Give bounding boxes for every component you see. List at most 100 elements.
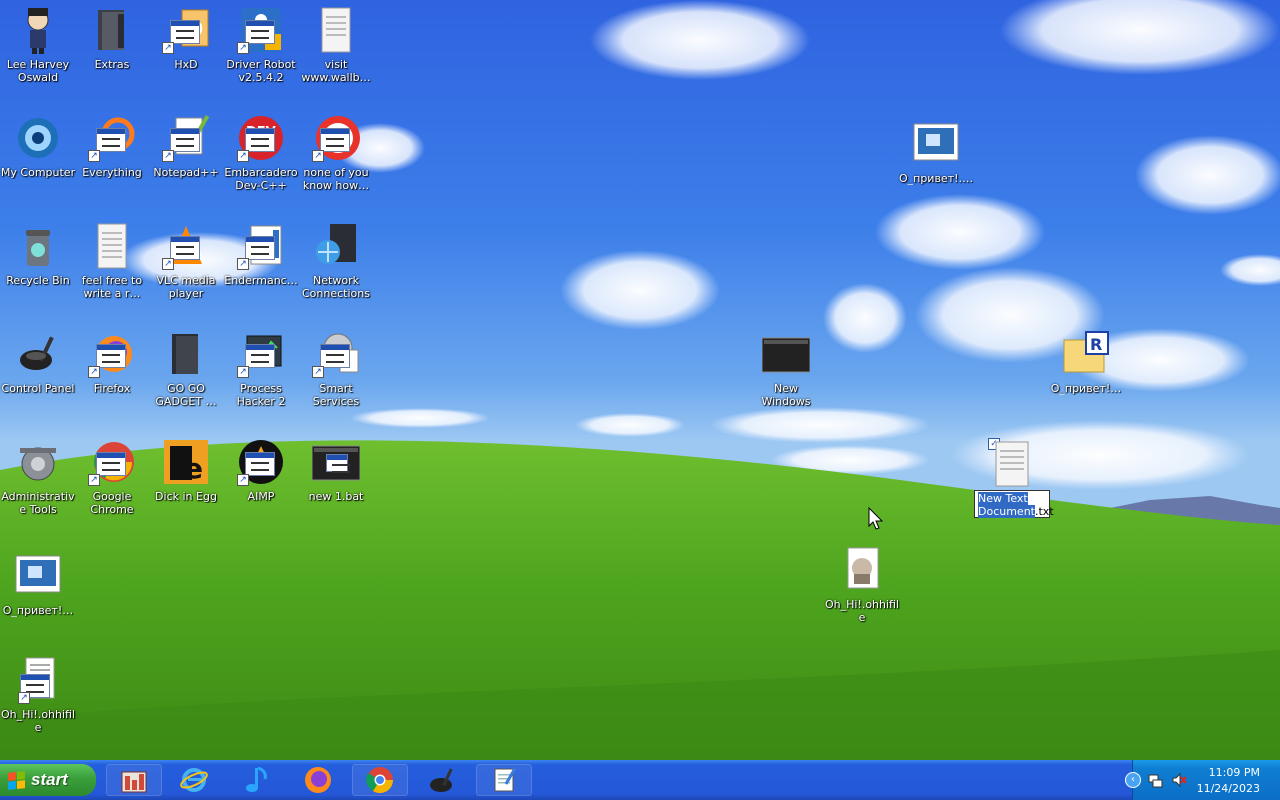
file-icon: ↗ — [14, 656, 62, 704]
desktop-icon-label: Oh_Hi!.ohhifile — [824, 598, 900, 624]
desktop-icon-smart-services[interactable]: ↗ Smart Services — [298, 330, 374, 408]
desktop-icon-oh-hi-2[interactable]: Oh_Hi!.ohhifile — [824, 546, 900, 624]
desktop-icon-network-connections[interactable]: Network Connections — [298, 222, 374, 300]
desktop-icon-notepad-plus[interactable]: ↗ Notepad++ — [148, 114, 224, 179]
taskbar-button-notepad[interactable] — [476, 764, 532, 796]
desktop-icon-label: HxD — [174, 58, 198, 71]
taskbar-button-music[interactable] — [228, 764, 284, 796]
desktop-icon-extras[interactable]: Extras — [74, 6, 150, 71]
desktop-icon-label: Oh_Hi!.ohhifile — [0, 708, 76, 734]
mouse-cursor-icon — [868, 507, 884, 530]
taskbar-button-control-panel[interactable] — [414, 764, 470, 796]
taskbar-button-chrome[interactable] — [352, 764, 408, 796]
desktop-icon-driver-robot[interactable]: ↗ Driver Robot v2.5.4.2 — [223, 6, 299, 84]
volume-muted-icon[interactable] — [1171, 772, 1187, 788]
network-icon — [312, 222, 360, 270]
desktop-icon-process-hacker[interactable]: ↗ Process Hacker 2 — [223, 330, 299, 408]
firefox-icon — [305, 767, 331, 793]
desktop-icon-hxd[interactable]: D ↗ HxD — [148, 6, 224, 71]
text-file-icon — [994, 440, 1034, 492]
desktop-icon-everything[interactable]: ↗ Everything — [74, 114, 150, 179]
notepad-icon — [494, 767, 517, 792]
desktop-icon-new-1-bat[interactable]: new 1.bat — [298, 438, 374, 503]
taskbar-button-firefox[interactable] — [290, 764, 346, 796]
desktop-icon-dick-in-egg[interactable]: e Dick in Egg — [148, 438, 224, 503]
screensaver-file-icon — [912, 120, 960, 168]
desktop-icon-label: О_привет!…. — [898, 172, 974, 185]
opera-icon: ↗ — [312, 114, 360, 162]
desktop-icon-recycle-bin[interactable]: Recycle Bin — [0, 222, 76, 287]
driver-robot-icon: ↗ — [237, 6, 285, 54]
desktop-icon-label: new 1.bat — [308, 490, 364, 503]
clock-date[interactable]: 11/24/2023 — [1197, 782, 1260, 795]
desktop-icon-new-windows-command[interactable]: New Windows Command … — [748, 330, 824, 408]
desktop-icon-label: Notepad++ — [153, 166, 219, 179]
screensaver-file-icon — [14, 552, 62, 600]
show-hidden-icons-chevron-icon[interactable]: ‹ — [1125, 772, 1141, 788]
image-file-icon — [838, 546, 886, 594]
process-hacker-icon: ↗ — [237, 330, 285, 378]
internet-explorer-icon — [180, 768, 208, 792]
desktop[interactable]: Lee Harvey Oswald My Computer Recycle Bi… — [0, 0, 1280, 760]
folder-book-icon — [88, 6, 136, 54]
desktop-icon-administrative-tools[interactable]: Administrative Tools — [0, 438, 76, 516]
desktop-icon-oh-hi-1[interactable]: ↗ Oh_Hi!.ohhifile — [0, 656, 76, 734]
desktop-icon-my-computer[interactable]: My Computer — [0, 114, 76, 179]
text-file-icon — [88, 222, 136, 270]
network-tray-icon[interactable] — [1147, 772, 1163, 788]
desktop-icon-lee-harvey-oswald[interactable]: Lee Harvey Oswald — [0, 6, 76, 84]
rename-selection: New Text Document — [978, 492, 1035, 518]
desktop-icon-label: GO GO GADGET … — [155, 382, 217, 408]
desktop-icon-label: visit www.wallb… — [301, 58, 371, 84]
desktop-icon-label: Endermanc… — [224, 274, 298, 287]
desktop-icon-label: VLC media player — [156, 274, 216, 300]
desktop-icon-go-go-gadget[interactable]: GO GO GADGET … — [148, 330, 224, 408]
desktop-icon-label: Lee Harvey Oswald — [6, 58, 70, 84]
desktop-icon-firefox[interactable]: ↗ Firefox — [74, 330, 150, 395]
aimp-icon: ↗ — [237, 438, 285, 486]
desktop-icon-aimp[interactable]: ↗ AIMP — [223, 438, 299, 503]
desktop-icon-o-privet-1[interactable]: О_привет!… — [0, 552, 76, 617]
command-prompt-icon — [761, 330, 811, 378]
desktop-icon-none-of-you[interactable]: ↗ none of you know how… — [298, 114, 374, 192]
desktop-icon-label: feel free to write a r… — [81, 274, 143, 300]
clock-time[interactable]: 11:09 PM — [1209, 766, 1260, 779]
folder-r-icon: R — [1062, 330, 1110, 378]
my-computer-icon — [14, 114, 62, 162]
desktop-icon-google-chrome[interactable]: ↗ Google Chrome — [74, 438, 150, 516]
music-note-icon — [246, 766, 267, 792]
desktop-icon-label: Embarcadero Dev-C++ — [224, 166, 298, 192]
folder-book-icon — [162, 330, 210, 378]
desktop-icon-endermanc[interactable]: ↗ Endermanc… — [223, 222, 299, 287]
batch-file-icon — [311, 438, 361, 486]
notepad-plus-icon: ↗ — [162, 114, 210, 162]
desktop-icon-label: Network Connections — [302, 274, 370, 300]
hxd-icon: D ↗ — [162, 6, 210, 54]
desktop-icon-label: Firefox — [93, 382, 131, 395]
desktop-icon-vlc[interactable]: ↗ VLC media player — [148, 222, 224, 300]
taskbar-button-internet-explorer[interactable] — [166, 764, 222, 796]
desktop-icon-label: New Windows Command … — [761, 382, 811, 408]
administrative-tools-icon — [14, 438, 62, 486]
desktop-icon-label: Administrative Tools — [1, 490, 75, 516]
start-button[interactable]: start — [0, 764, 96, 796]
desktop-icon-o-privet-3[interactable]: R О_привет!… — [1048, 330, 1124, 395]
desktop-icon-feel-free[interactable]: feel free to write a r… — [74, 222, 150, 300]
egg-app-icon: e — [162, 438, 210, 486]
document-icon: ↗ — [237, 222, 285, 270]
desktop-icon-label: Everything — [82, 166, 142, 179]
svg-text:R: R — [1090, 335, 1102, 354]
taskbar-button-task-manager[interactable] — [106, 764, 162, 796]
desktop-icon-label: Control Panel — [1, 382, 75, 395]
system-tray: ‹ 11:09 PM 11/24/2023 — [1125, 760, 1280, 800]
desktop-icon-visit-wallb[interactable]: visit www.wallb… — [298, 6, 374, 84]
dev-cpp-icon: DEV ↗ — [237, 114, 285, 162]
desktop-icon-o-privet-2[interactable]: О_привет!…. — [898, 120, 974, 185]
desktop-icon-embarcadero[interactable]: DEV ↗ Embarcadero Dev-C++ — [223, 114, 299, 192]
rename-field[interactable]: New Text Document.txt — [974, 490, 1054, 518]
recycle-bin-icon — [14, 222, 62, 270]
start-label: start — [31, 770, 68, 789]
desktop-icon-label: Dick in Egg — [155, 490, 217, 503]
desktop-icon-control-panel[interactable]: Control Panel — [0, 330, 76, 395]
desktop-icon-label: My Computer — [0, 166, 76, 179]
